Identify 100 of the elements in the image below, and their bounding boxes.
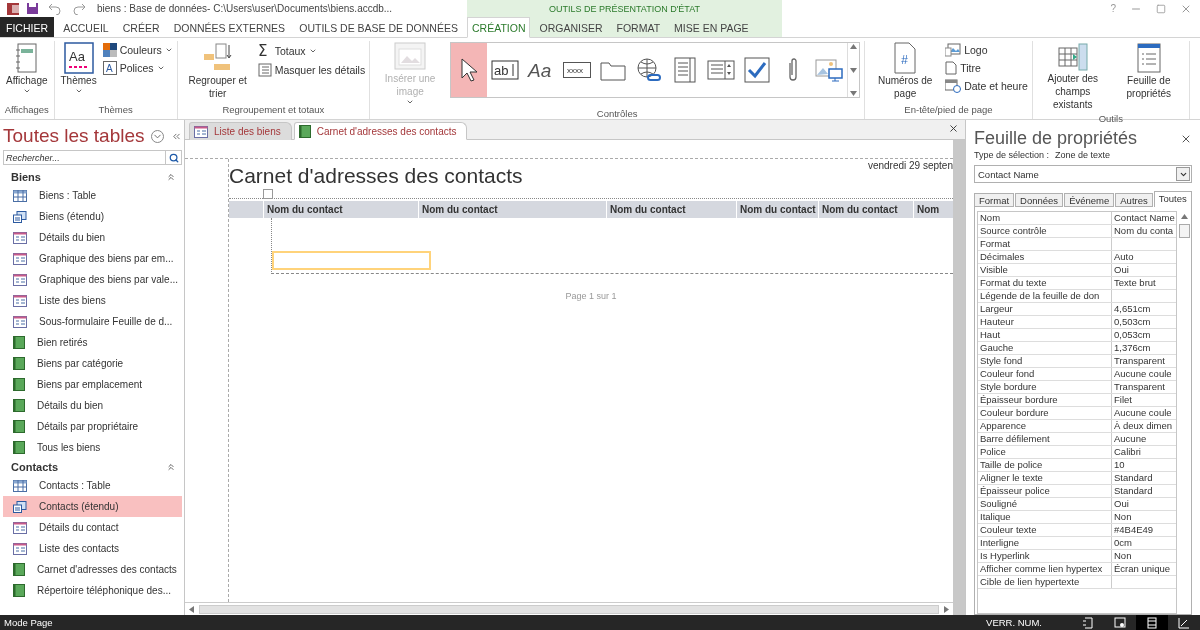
view-button[interactable]: [1136, 615, 1168, 630]
ribbon-tab[interactable]: FORMAT: [611, 17, 666, 37]
property-tab[interactable]: Données: [1015, 193, 1064, 207]
scroll-up-icon[interactable]: [1180, 213, 1188, 220]
property-value[interactable]: #4B4E49: [1112, 524, 1176, 536]
ribbon-button[interactable]: Affichage: [4, 41, 50, 96]
ribbon-tab[interactable]: ACCUEIL: [58, 17, 114, 37]
navigation-item[interactable]: Biens par catégorie: [3, 353, 182, 374]
navigation-item[interactable]: Détails par propriétaire: [3, 416, 182, 437]
ribbon-tab[interactable]: CRÉATION: [467, 17, 531, 38]
group-header[interactable]: Biens: [11, 170, 41, 183]
ribbon-button[interactable]: Logo: [945, 43, 1028, 57]
scroll-right-icon[interactable]: [943, 605, 950, 613]
document-tab[interactable]: Liste des biens: [189, 122, 292, 140]
navigation-item[interactable]: Liste des contacts: [3, 538, 182, 559]
gallery-item[interactable]: [451, 43, 488, 97]
property-value[interactable]: Filet: [1112, 394, 1176, 406]
vertical-scrollbar[interactable]: [953, 140, 965, 615]
column-header[interactable]: Nom du contact: [418, 201, 606, 218]
property-value[interactable]: Contact Name: [1112, 212, 1176, 224]
property-value[interactable]: Oui: [1112, 264, 1176, 276]
property-value[interactable]: 1,376cm: [1112, 342, 1176, 354]
gallery-item[interactable]: ab: [487, 43, 524, 97]
column-header[interactable]: Nom du contact: [818, 201, 913, 218]
scroll-left-icon[interactable]: [188, 605, 195, 613]
property-value[interactable]: Aucune: [1112, 433, 1176, 445]
ribbon-button[interactable]: Couleurs: [102, 43, 173, 57]
navigation-item[interactable]: Biens : Table: [3, 185, 182, 206]
property-tab[interactable]: Format: [974, 193, 1015, 207]
navigation-item[interactable]: Détails du bien: [3, 227, 182, 248]
ribbon-tab[interactable]: CRÉER: [117, 17, 165, 37]
scroll-thumb[interactable]: [199, 604, 939, 614]
column-header[interactable]: Nom du contact: [736, 201, 818, 218]
navigation-item[interactable]: Bien retirés: [3, 332, 182, 353]
ribbon-tab[interactable]: ORGANISER: [534, 17, 608, 37]
file-tab[interactable]: FICHIER: [0, 17, 54, 37]
scroll-thumb[interactable]: [1178, 224, 1190, 238]
navigation-item[interactable]: Contacts : Table: [3, 475, 182, 496]
restore-icon[interactable]: [1156, 3, 1166, 14]
group-header[interactable]: Contacts: [11, 460, 59, 473]
object-dropdown[interactable]: Contact Name: [974, 165, 1192, 183]
property-value[interactable]: Standard: [1112, 485, 1176, 497]
property-value[interactable]: Écran unique: [1112, 563, 1176, 575]
navigation-item[interactable]: Détails du contact: [3, 517, 182, 538]
navigation-item[interactable]: Graphique des biens par vale...: [3, 269, 182, 290]
navigation-item[interactable]: Biens par emplacement: [3, 374, 182, 395]
property-value[interactable]: Auto: [1112, 251, 1176, 263]
close-icon[interactable]: [948, 123, 959, 134]
navigation-item[interactable]: Détails du bien: [3, 395, 182, 416]
move-handle[interactable]: [263, 189, 273, 199]
property-tab[interactable]: Toutes: [1153, 191, 1192, 207]
navigation-item[interactable]: Biens (étendu): [3, 206, 182, 227]
property-value[interactable]: 0,503cm: [1112, 316, 1176, 328]
ribbon-button[interactable]: A Polices: [102, 61, 173, 75]
navigation-item[interactable]: Répertoire téléphonique des...: [3, 580, 182, 601]
column-header[interactable]: Nom du contact: [606, 201, 736, 218]
property-value[interactable]: 0,053cm: [1112, 329, 1176, 341]
property-value[interactable]: À deux dimen: [1112, 420, 1176, 432]
search-icon[interactable]: [168, 152, 179, 163]
property-value[interactable]: Standard: [1112, 472, 1176, 484]
property-value[interactable]: 4,651cm: [1112, 303, 1176, 315]
collapse-icon[interactable]: [166, 461, 176, 472]
ribbon-tab[interactable]: OUTILS DE BASE DE DONNÉES: [294, 17, 463, 37]
property-tab[interactable]: Événeme: [1064, 193, 1115, 207]
property-value[interactable]: Transparent: [1112, 381, 1176, 393]
collapse-icon[interactable]: [166, 171, 176, 182]
navigation-item[interactable]: Sous-formulaire Feuille de d...: [3, 311, 182, 332]
search-field[interactable]: Rechercher...: [3, 150, 166, 165]
property-value[interactable]: Non: [1112, 511, 1176, 523]
property-tab[interactable]: Autres: [1115, 193, 1153, 207]
ribbon-button[interactable]: Regrouper et trier: [181, 41, 254, 101]
gallery-item[interactable]: xxxx: [559, 43, 596, 97]
property-value[interactable]: 10: [1112, 459, 1176, 471]
ribbon-button[interactable]: Titre: [945, 61, 1028, 75]
property-value[interactable]: Calibri: [1112, 446, 1176, 458]
ribbon-button[interactable]: Σ Totaux: [257, 43, 366, 59]
navigation-item[interactable]: Carnet d'adresses des contacts: [3, 559, 182, 580]
ribbon-button[interactable]: Masquer les détails: [257, 63, 366, 77]
navigation-item[interactable]: Graphique des biens par em...: [3, 248, 182, 269]
scroll-down-icon[interactable]: [850, 66, 858, 74]
gallery-item[interactable]: Aa: [523, 43, 560, 97]
property-value[interactable]: Aucune coule: [1112, 407, 1176, 419]
scroll-up-icon[interactable]: [850, 43, 858, 50]
navigation-item[interactable]: Liste des biens: [3, 290, 182, 311]
ribbon-button[interactable]: Ajouter des champs existants: [1036, 41, 1109, 112]
document-tab[interactable]: Carnet d'adresses des contacts: [293, 122, 468, 140]
ribbon-tab[interactable]: DONNÉES EXTERNES: [168, 17, 291, 37]
property-value[interactable]: Nom du conta: [1112, 225, 1176, 237]
property-value[interactable]: 0cm: [1112, 537, 1176, 549]
property-value[interactable]: Aucune coule: [1112, 368, 1176, 380]
horizontal-scrollbar[interactable]: [185, 602, 953, 615]
ribbon-button[interactable]: Date et heure: [945, 79, 1028, 93]
navigation-item[interactable]: Tous les biens: [3, 437, 182, 458]
ribbon-button[interactable]: Feuille de propriétés: [1112, 41, 1185, 101]
navigation-item[interactable]: Contacts (étendu): [3, 496, 182, 517]
property-value[interactable]: Transparent: [1112, 355, 1176, 367]
ribbon-tab[interactable]: MISE EN PAGE: [669, 17, 754, 37]
property-value[interactable]: Texte brut: [1112, 277, 1176, 289]
ribbon-button[interactable]: Aa Thèmes: [58, 41, 99, 96]
more-icon[interactable]: [850, 90, 858, 97]
